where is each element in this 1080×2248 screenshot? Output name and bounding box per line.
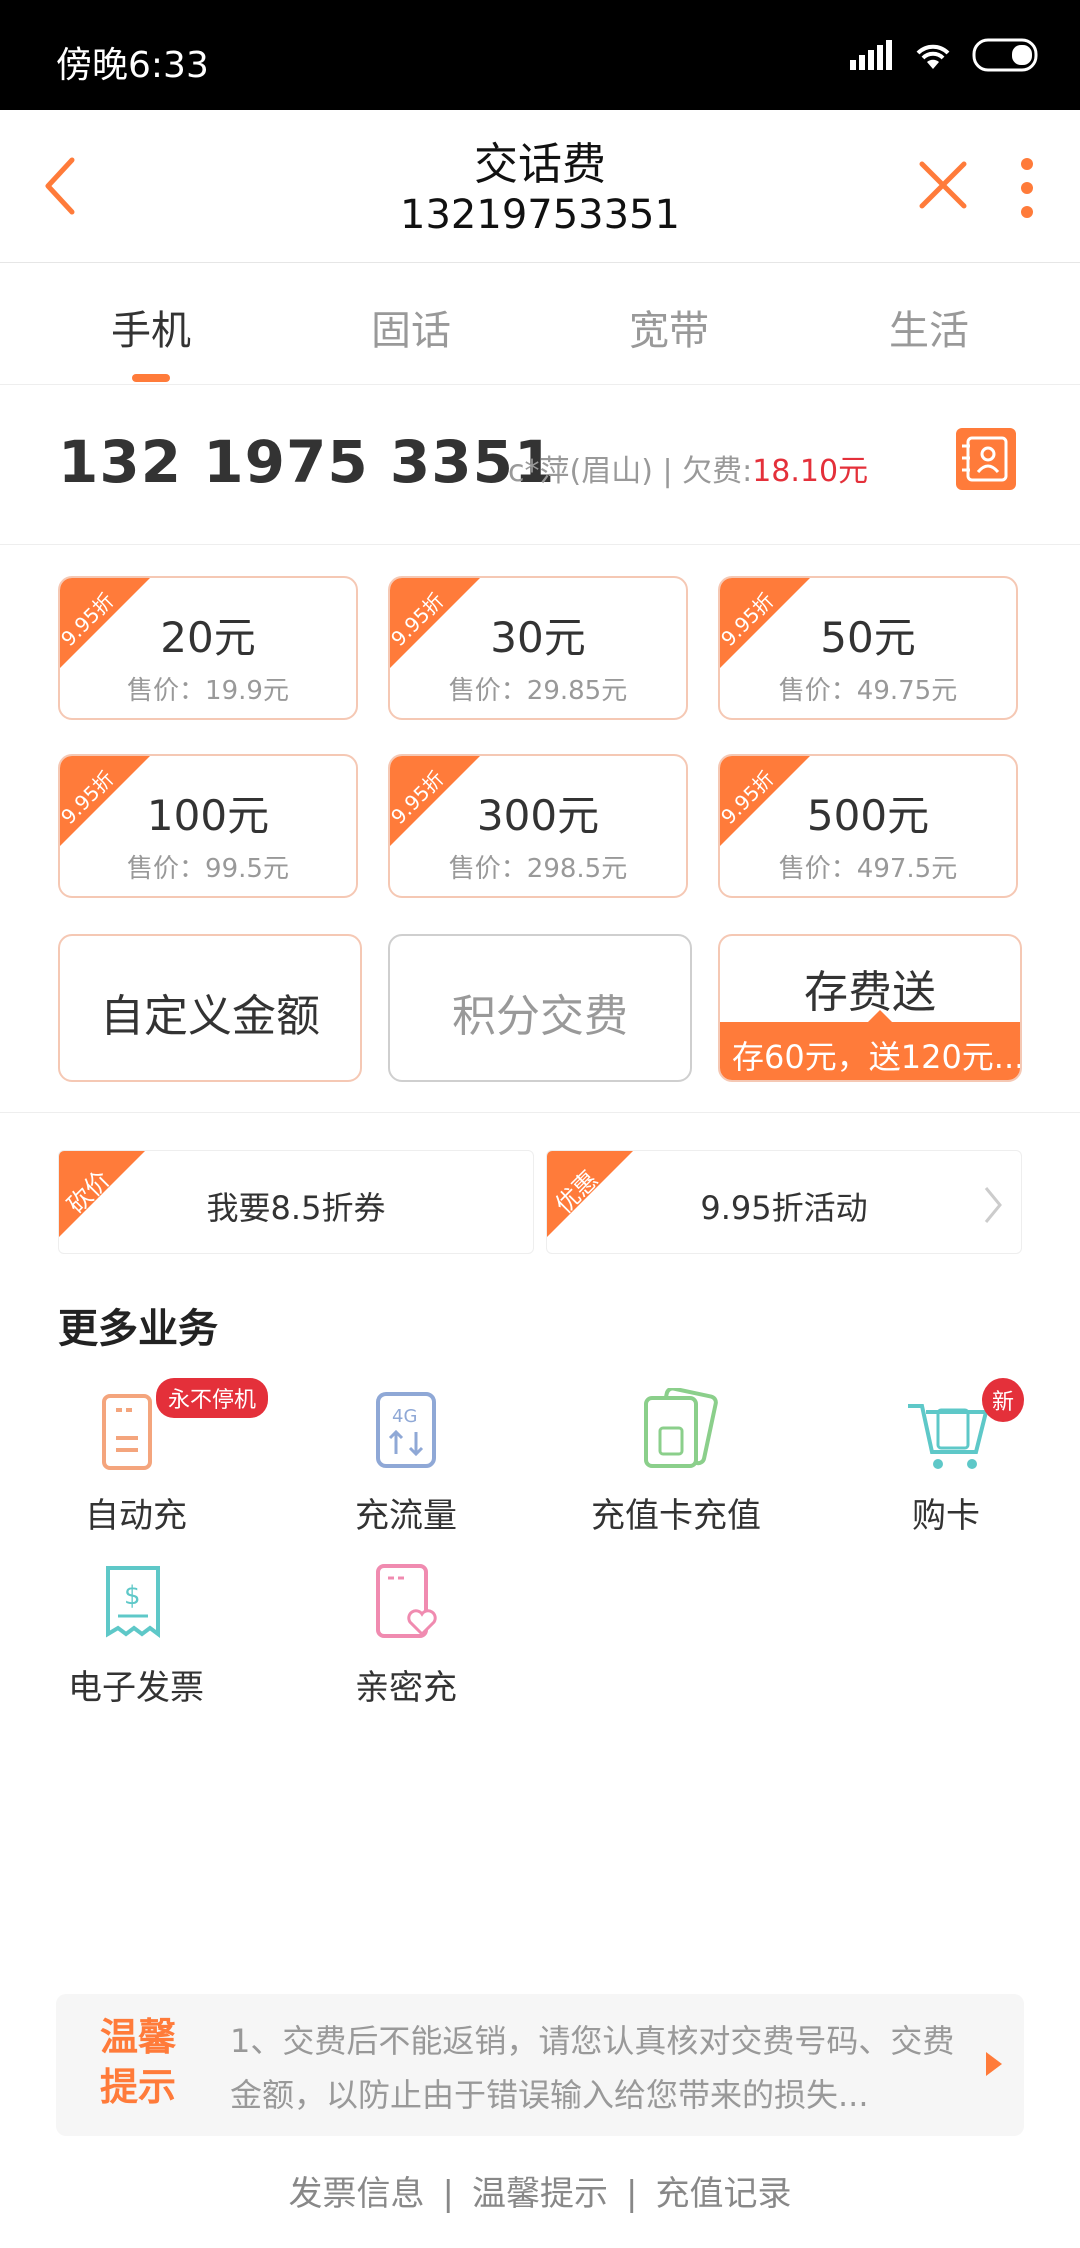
recharge-price: 售价：19.9元: [127, 676, 289, 706]
tips-heading: 温馨提示: [100, 2015, 177, 2109]
service-data[interactable]: 4G 充流量: [306, 1388, 506, 1537]
category-tabs: 手机 固话 宽带 生活: [0, 262, 1080, 385]
footer-link-invoice[interactable]: 发票信息: [289, 2174, 425, 2214]
recharge-price: 售价：99.5元: [127, 854, 289, 884]
recharge-amount: 500元: [806, 791, 930, 840]
service-badge: 新: [982, 1378, 1025, 1422]
tab-indicator: [132, 374, 170, 382]
points-pay-button[interactable]: 积分交费: [388, 934, 692, 1082]
promo-activity[interactable]: 优惠 9.95折活动: [546, 1150, 1022, 1254]
service-badge: 永不停机: [156, 1378, 269, 1418]
recharge-amount: 100元: [146, 791, 270, 840]
recharge-card-30[interactable]: 9.95折 30元 售价：29.85元: [388, 576, 688, 720]
service-label: 充值卡充值: [591, 1496, 761, 1536]
contacts-button[interactable]: [956, 428, 1016, 490]
svg-text:4G: 4G: [392, 1406, 417, 1427]
tab-mobile[interactable]: 手机: [22, 298, 280, 356]
more-menu-icon[interactable]: [1012, 156, 1042, 220]
svg-text:$: $: [124, 1581, 141, 1611]
service-auto-recharge[interactable]: 永不停机 自动充: [36, 1378, 269, 1537]
recharge-price: 售价：49.75元: [778, 676, 958, 706]
status-time: 傍晚6:33: [56, 45, 209, 86]
footer-links: 发票信息 | 温馨提示 | 充值记录: [288, 2174, 792, 2214]
more-services-title: 更多业务: [58, 1306, 218, 1352]
tips-box[interactable]: 温馨提示 1、交费后不能返销，请您认真核对交费号码、交费金额，以防止由于错误输入…: [56, 1994, 1024, 2136]
recharge-amount: 30元: [490, 613, 586, 662]
section-divider: [0, 1112, 1080, 1113]
nav-bar: 交话费 13219753351: [0, 110, 1080, 263]
service-label: 电子发票: [68, 1668, 204, 1708]
recharge-card-100[interactable]: 9.95折 100元 售价：99.5元: [58, 754, 358, 898]
service-label: 亲密充: [355, 1668, 457, 1708]
battery-icon: [972, 38, 1038, 72]
recharge-price: 售价：298.5元: [448, 854, 628, 884]
footer-link-history[interactable]: 充值记录: [655, 2174, 791, 2214]
play-arrow-icon: [986, 2052, 1002, 2076]
custom-amount-label: 自定义金额: [100, 991, 320, 1042]
service-label: 自动充: [85, 1496, 187, 1536]
heart-phone-icon: [376, 1564, 437, 1638]
service-card-topup[interactable]: 充值卡充值: [576, 1386, 776, 1537]
recharge-card-50[interactable]: 9.95折 50元 售价：49.75元: [718, 576, 1018, 720]
tab-landline[interactable]: 固话: [282, 298, 540, 356]
tab-life[interactable]: 生活: [800, 298, 1058, 356]
recharge-card-20[interactable]: 9.95折 20元 售价：19.9元: [58, 576, 358, 720]
chevron-right-icon: [984, 1187, 1002, 1223]
recharge-amount: 20元: [160, 613, 256, 662]
promo-coupon[interactable]: 砍价 我要8.5折券: [58, 1150, 534, 1254]
recharge-amount: 50元: [820, 613, 916, 662]
recharge-price: 售价：29.85元: [448, 676, 628, 706]
owner-label: c*萍(眉山) | 欠费:: [508, 454, 753, 489]
data-4g-icon: 4G: [376, 1392, 436, 1468]
points-pay-label: 积分交费: [452, 991, 628, 1042]
signal-icon: [850, 40, 892, 70]
debt-amount: 18.10元: [752, 454, 869, 489]
promo-text: 我要8.5折券: [206, 1189, 386, 1227]
recharge-card-500[interactable]: 9.95折 500元 售价：497.5元: [718, 754, 1018, 898]
footer-link-tips[interactable]: 温馨提示: [472, 2174, 608, 2214]
deposit-bonus-button[interactable]: 存费送 存60元，送120元...: [718, 934, 1022, 1082]
recharge-price: 售价：497.5元: [778, 854, 958, 884]
tab-broadband[interactable]: 宽带: [540, 298, 798, 356]
service-label: 充流量: [355, 1496, 457, 1536]
recharge-amount: 300元: [476, 791, 600, 840]
service-label: 购卡: [912, 1496, 980, 1536]
recharge-card-300[interactable]: 9.95折 300元 售价：298.5元: [388, 754, 688, 898]
service-buy-card[interactable]: 新 购卡: [846, 1378, 1046, 1537]
custom-amount-button[interactable]: 自定义金额: [58, 934, 362, 1082]
promo-text: 9.95折活动: [700, 1189, 868, 1227]
account-row: 132 1975 3351 c*萍(眉山) | 欠费:18.10元: [0, 384, 1080, 545]
deposit-bonus-subtext: 存60元，送120元...: [732, 1038, 1022, 1076]
service-family-recharge[interactable]: 亲密充: [306, 1560, 506, 1709]
owner-info: c*萍(眉山) | 欠费:18.10元: [508, 446, 868, 490]
contacts-icon: [962, 436, 1008, 482]
wifi-icon: [916, 44, 950, 69]
tips-body: 1、交费后不能返销，请您认真核对交费号码、交费金额，以防止由于错误输入给您带来的…: [230, 2022, 955, 2114]
status-bar: 傍晚6:33: [0, 0, 1080, 110]
service-e-invoice[interactable]: $ 电子发票: [36, 1560, 236, 1709]
banner-pointer: [868, 1010, 892, 1022]
phone-number: 132 1975 3351: [58, 428, 556, 496]
close-icon[interactable]: [918, 160, 968, 210]
sim-card-icon: [644, 1386, 718, 1468]
deposit-bonus-banner: 存60元，送120元...: [720, 1010, 1022, 1080]
invoice-icon: $: [106, 1566, 160, 1638]
